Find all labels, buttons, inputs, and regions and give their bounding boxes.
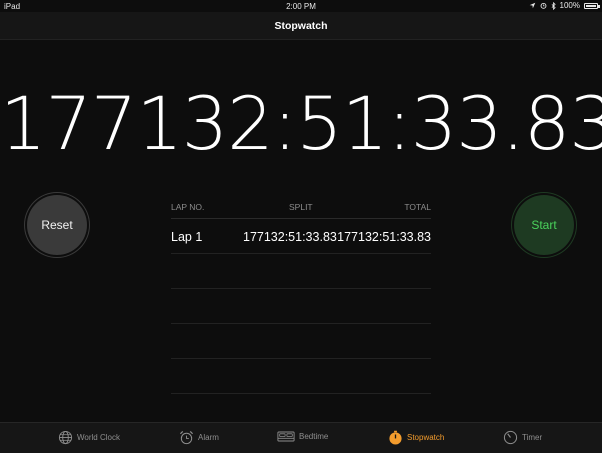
status-bar: iPad 2:00 PM 100% [0, 0, 602, 12]
tab-alarm-label: Alarm [198, 433, 219, 442]
start-button[interactable]: Start [514, 195, 574, 255]
empty-lap-row [171, 254, 431, 289]
location-icon [529, 2, 535, 9]
tab-timer[interactable]: Timer [503, 430, 542, 445]
bed-icon [277, 431, 295, 442]
reset-button-label: Reset [41, 218, 73, 232]
page-title: Stopwatch [274, 19, 328, 32]
tab-world-clock-label: World Clock [77, 433, 120, 442]
lap-total: 177132:51:33.83 [337, 230, 431, 244]
tab-bar: World Clock Alarm Bedtime Stopwatch Time… [0, 422, 602, 453]
status-icons: 100% [529, 1, 600, 10]
tab-world-clock[interactable]: World Clock [58, 430, 120, 445]
battery-fill [586, 4, 596, 7]
globe-icon [58, 430, 73, 445]
tab-bedtime-label: Bedtime [299, 432, 329, 441]
reset-button[interactable]: Reset [27, 195, 87, 255]
status-time: 2:00 PM [286, 2, 316, 11]
alarm-clock-icon [179, 430, 194, 445]
empty-lap-row [171, 289, 431, 324]
total-header: TOTAL [404, 202, 431, 212]
alarm-icon [540, 2, 546, 9]
battery-percent: 100% [559, 1, 580, 10]
split-header: SPLIT [289, 202, 313, 212]
lap-split: 177132:51:33.83 [243, 230, 337, 244]
empty-lap-row [171, 359, 431, 394]
bluetooth-icon [551, 1, 556, 10]
lap-number-header: LAP NO. [171, 202, 205, 212]
stopwatch-display: 177132:51:33.83 [0, 82, 602, 167]
navigation-bar: Stopwatch [0, 12, 602, 40]
tab-timer-label: Timer [522, 433, 543, 442]
start-button-label: Start [531, 218, 557, 232]
empty-lap-row [171, 324, 431, 359]
tab-stopwatch-label: Stopwatch [407, 433, 445, 442]
tab-stopwatch[interactable]: Stopwatch [388, 430, 444, 445]
lap-row: Lap 1 177132:51:33.83 177132:51:33.83 [171, 219, 431, 254]
battery-icon [584, 2, 600, 9]
lap-number: Lap 1 [171, 230, 203, 244]
timer-icon [503, 430, 518, 445]
lap-table: LAP NO. SPLIT TOTAL Lap 1 177132:51:33.8… [171, 196, 431, 394]
lap-table-header: LAP NO. SPLIT TOTAL [171, 196, 431, 219]
tab-bedtime[interactable]: Bedtime [277, 430, 328, 443]
tab-alarm[interactable]: Alarm [179, 430, 219, 445]
stopwatch-icon [389, 430, 402, 445]
